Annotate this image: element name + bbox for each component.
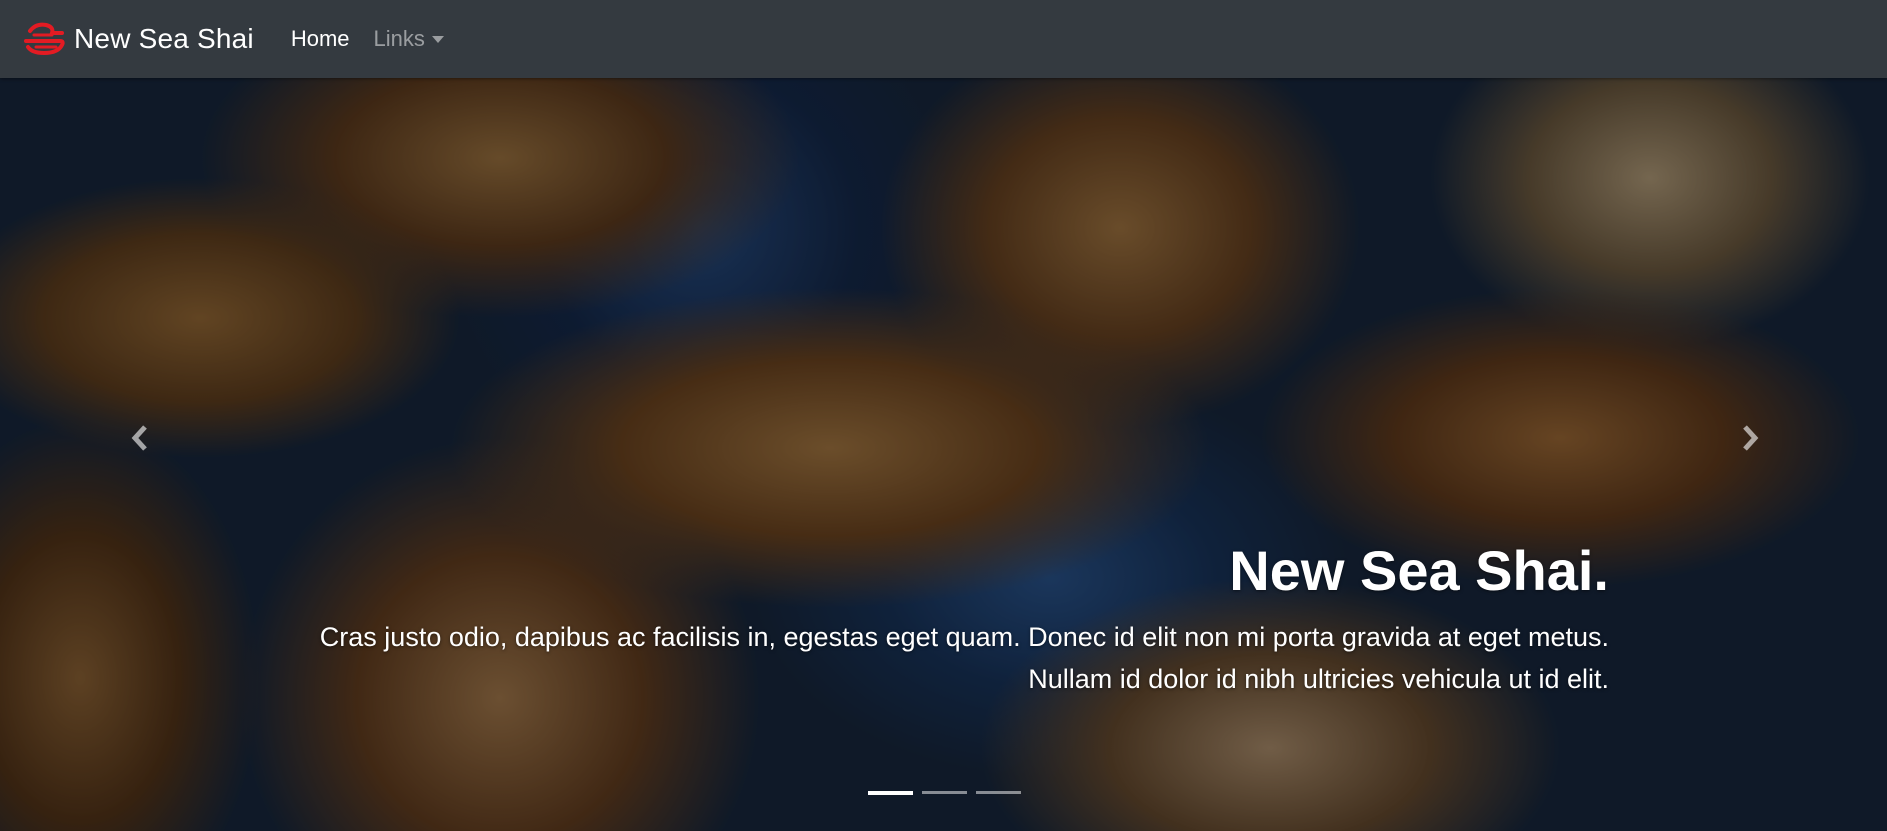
shai-logo-icon (24, 22, 65, 56)
navbar: New Sea Shai Home Links (0, 0, 1887, 78)
carousel-prev-button[interactable] (120, 418, 160, 458)
brand-name: New Sea Shai (74, 23, 254, 54)
carousel-indicator[interactable] (976, 791, 1021, 794)
hero-carousel: New Sea Shai. Cras justo odio, dapibus a… (0, 78, 1887, 831)
brand-link[interactable]: New Sea Shai (22, 19, 254, 59)
carousel-indicator[interactable] (922, 791, 967, 794)
slide-text: Cras justo odio, dapibus ac facilisis in… (319, 622, 1609, 694)
nav-link-home[interactable]: Home (291, 26, 350, 52)
carousel-indicators (868, 791, 1030, 795)
nav-dropdown-label: Links (373, 26, 425, 51)
carousel-indicator[interactable] (868, 791, 913, 795)
slide-caption: New Sea Shai. Cras justo odio, dapibus a… (209, 538, 1609, 700)
slide-title: New Sea Shai. (1229, 539, 1609, 602)
nav-dropdown-links[interactable]: Links (374, 26, 444, 52)
chevron-left-icon (131, 425, 147, 451)
caret-down-icon (431, 35, 444, 43)
nav-links: Home Links (291, 26, 468, 52)
slide-overlay (0, 78, 1887, 831)
chevron-right-icon (1743, 425, 1759, 451)
carousel-next-button[interactable] (1730, 418, 1770, 458)
